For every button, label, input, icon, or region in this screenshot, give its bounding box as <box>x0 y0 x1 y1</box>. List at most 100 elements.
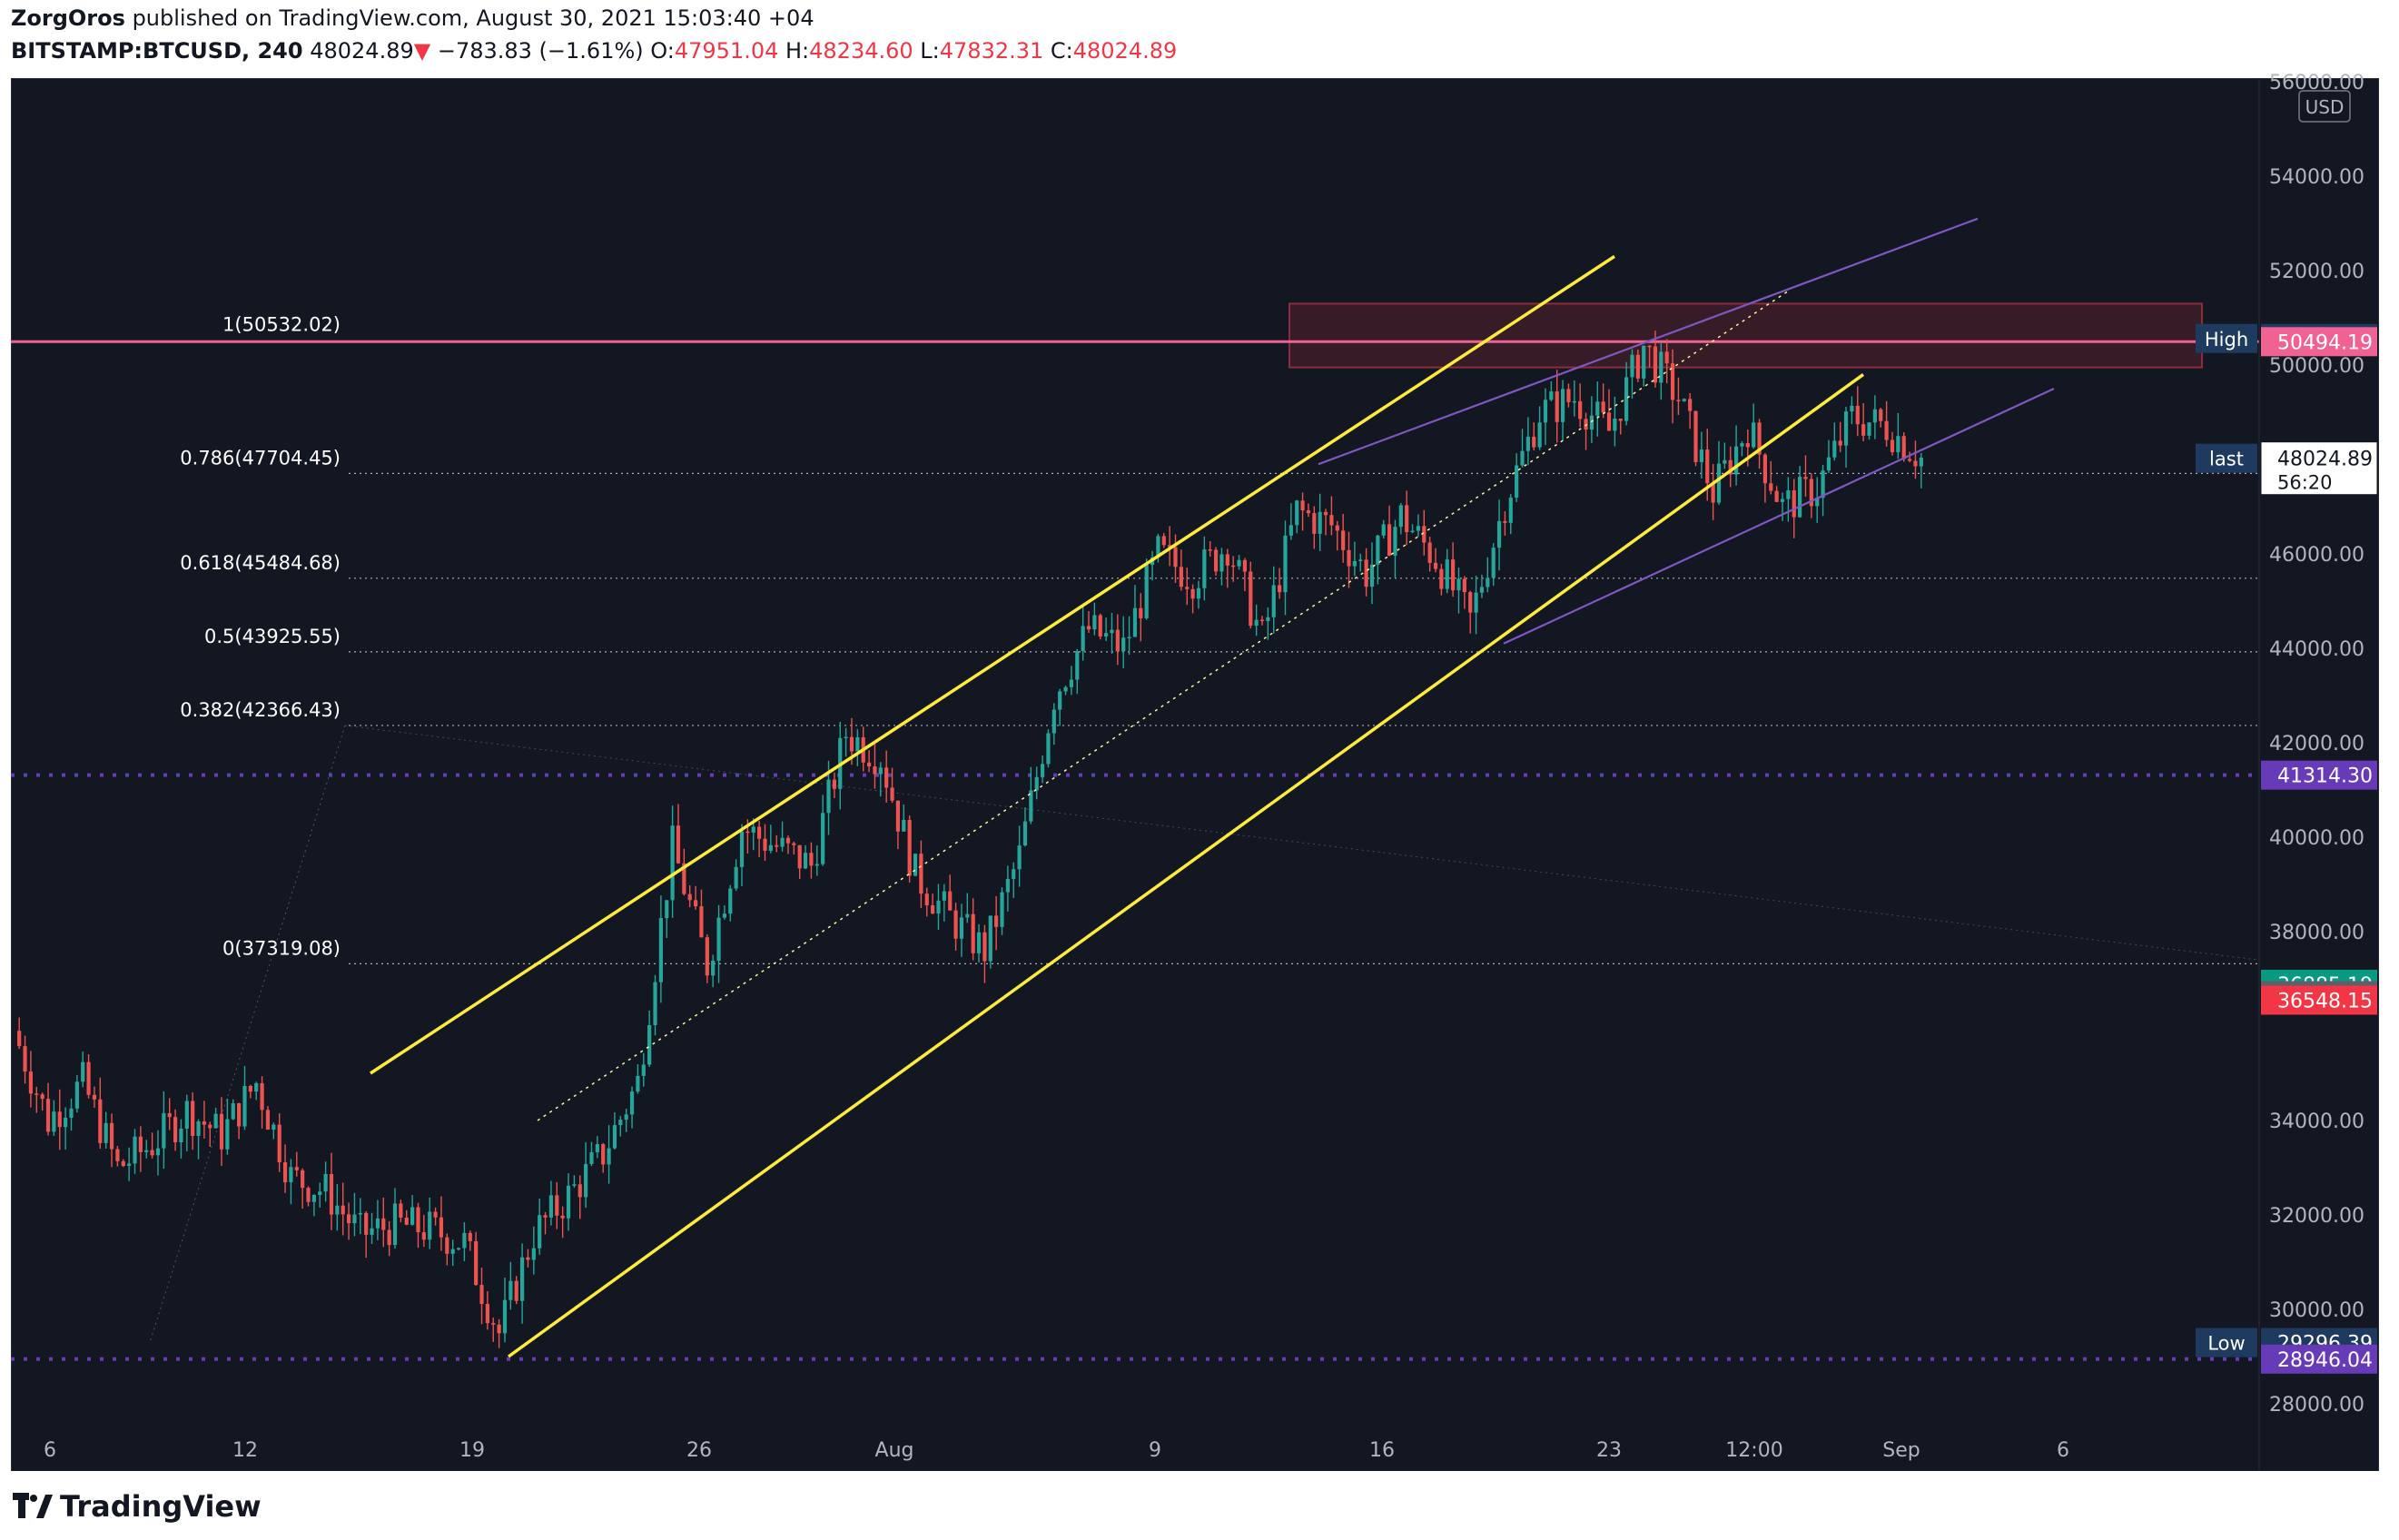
fib-retracement[interactable]: 1(50532.02) 0.786(47704.45) 0.618(45484.68… <box>149 313 2260 1343</box>
price-tag-value: 36548.15 <box>2277 990 2373 1012</box>
candle-body <box>1774 490 1779 502</box>
candle-body <box>775 844 779 847</box>
candle <box>913 853 918 877</box>
candle <box>988 915 992 969</box>
candle-body <box>1907 459 1912 461</box>
candle-body <box>381 1218 386 1230</box>
candle <box>311 1194 316 1217</box>
candle <box>1919 452 1923 489</box>
candle <box>924 887 929 917</box>
candle-body <box>924 893 929 906</box>
candle-body <box>1312 513 1317 534</box>
candle <box>531 1226 536 1275</box>
candle-body <box>1012 869 1016 879</box>
candle <box>162 1091 166 1170</box>
candle-body <box>832 779 836 789</box>
candle-body <box>1127 637 1131 639</box>
candle <box>976 923 982 962</box>
candle <box>1416 514 1421 537</box>
candle <box>1855 386 1860 437</box>
price-tick-label: 42000.00 <box>2269 733 2364 755</box>
candle <box>1532 422 1536 451</box>
candle-body <box>693 900 698 907</box>
candle-body <box>433 1211 438 1218</box>
candle-body <box>792 843 796 845</box>
candle <box>184 1094 189 1151</box>
channel-lower-line <box>507 372 1865 1358</box>
price-tick-label: 44000.00 <box>2269 638 2364 661</box>
candle-body <box>306 1188 311 1202</box>
price-tick-label: 52000.00 <box>2269 261 2364 283</box>
candle <box>242 1066 247 1130</box>
candle <box>1676 377 1681 415</box>
candle-body <box>23 1046 27 1072</box>
candle-body <box>1508 498 1513 523</box>
candle-body <box>1387 524 1392 556</box>
candle <box>1266 607 1270 640</box>
candle-body <box>543 1215 548 1218</box>
candle-body <box>1532 436 1536 448</box>
candle-body <box>624 1114 628 1120</box>
candle-body <box>745 831 750 834</box>
candle-body <box>184 1101 189 1129</box>
candle <box>127 1147 132 1181</box>
candle <box>1283 520 1288 616</box>
candle-body <box>913 854 918 876</box>
tradingview-logo[interactable]: TradingView <box>13 1489 262 1524</box>
candle <box>329 1152 334 1230</box>
candle-body <box>1780 499 1785 502</box>
candle-body <box>1259 619 1265 622</box>
candle-body <box>1040 764 1045 777</box>
candle <box>1335 520 1339 551</box>
candle-body <box>1613 419 1617 431</box>
candle-body <box>1589 415 1594 430</box>
drawings[interactable] <box>370 217 2055 1358</box>
candle-body <box>1740 443 1744 447</box>
time-axis[interactable]: 6 12 19 26 Aug 9 16 23 12:00 Sep 6 <box>44 1439 2069 1462</box>
candle-body <box>392 1203 398 1246</box>
candle-body <box>751 826 755 833</box>
candle-body <box>271 1124 276 1130</box>
candle-body <box>1427 542 1432 563</box>
candle-body <box>1295 500 1299 526</box>
candle <box>81 1051 85 1088</box>
candle <box>1278 568 1282 599</box>
candle-body <box>705 937 709 976</box>
candle-body <box>1843 411 1849 446</box>
candle-body <box>1422 526 1427 543</box>
candle-body <box>1884 420 1889 440</box>
candle-body <box>35 1093 39 1095</box>
candle-body <box>277 1124 281 1163</box>
price-tick-label: 38000.00 <box>2269 922 2364 944</box>
candle <box>647 1010 652 1068</box>
candle-body <box>1439 568 1444 589</box>
candle <box>1254 604 1259 637</box>
candle-body <box>1584 419 1588 430</box>
level-tag-value: 50494.19 <box>2277 331 2373 354</box>
level-tag-value: 41314.30 <box>2277 765 2373 788</box>
candle <box>907 815 912 884</box>
candle-body <box>884 767 889 788</box>
candle-body <box>318 1191 322 1195</box>
candle <box>289 1159 293 1205</box>
candle <box>1496 499 1502 571</box>
resistance-zone <box>1288 302 2203 369</box>
brand-name: TradingView <box>60 1489 262 1524</box>
candle-body <box>1063 686 1068 692</box>
candle <box>1022 807 1028 847</box>
candle-body <box>757 826 762 839</box>
candle-body <box>387 1229 391 1246</box>
candle <box>1439 564 1444 596</box>
price-chart[interactable]: 1(50532.02) 0.786(47704.45) 0.618(45484.68… <box>0 0 2399 1471</box>
candle-body <box>1381 524 1386 536</box>
candle <box>1451 542 1456 597</box>
candle-body <box>456 1248 461 1250</box>
candle <box>40 1092 44 1111</box>
candle <box>1040 755 1045 784</box>
candle-body <box>1410 530 1415 533</box>
candle-body <box>462 1232 467 1249</box>
candle-body <box>1081 626 1085 651</box>
candle-body <box>485 1304 489 1324</box>
candle-body <box>1144 565 1149 618</box>
candle-body <box>1046 733 1051 765</box>
